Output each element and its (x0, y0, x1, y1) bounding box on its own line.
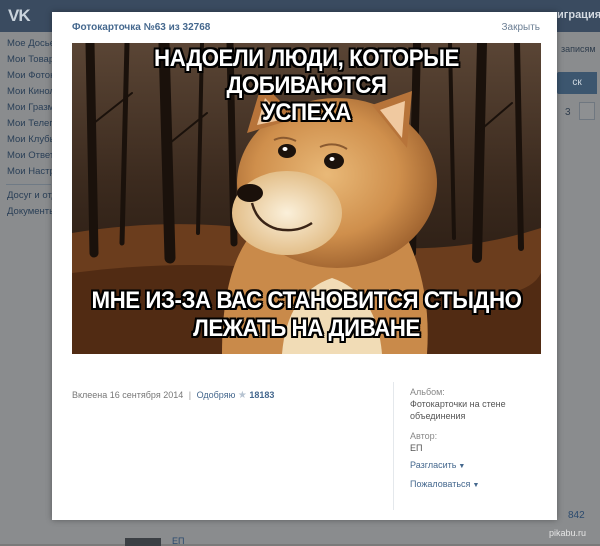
photo-sidebar: Альбом: Фотокарточки на стене объединени… (410, 386, 530, 492)
sidebar-divider (393, 382, 394, 510)
star-icon: ★ (237, 390, 247, 401)
separator: | (188, 390, 192, 400)
menu-item-leisure[interactable]: Досуг и отд (0, 188, 55, 204)
share-link[interactable]: Разгласить ▼ (410, 459, 530, 473)
menu-item-dossier[interactable]: Мое Досье (0, 36, 55, 52)
album-name-line-2[interactable]: объединения (410, 410, 530, 422)
meme-top-line: НАДОЕЛИ ЛЮДИ, КОТОРЫЕ ДОБИВАЮТСЯ (154, 45, 459, 99)
meme-top-line: УСПЕХА (261, 99, 352, 126)
watermark: pikabu.ru (549, 528, 587, 538)
avatar[interactable] (125, 538, 161, 546)
menu-item-telegrams[interactable]: Мои Телегр (0, 116, 55, 132)
photo-info-line: Вклеена 16 сентября 2014 | Одобряю ★ 181… (72, 390, 274, 401)
bottom-count[interactable]: 842 (568, 510, 585, 521)
album-label: Альбом: (410, 387, 445, 397)
top-bar-label[interactable]: играция (557, 9, 600, 21)
pager-box[interactable] (579, 102, 595, 120)
menu-item-goods[interactable]: Мои Товари (0, 52, 55, 68)
search-button[interactable]: ск (557, 72, 597, 94)
menu-item-photos[interactable]: Мои Фотока (0, 68, 55, 84)
pager-number[interactable]: 3 (565, 107, 571, 118)
menu-item-answers[interactable]: Мои Ответы (0, 148, 55, 164)
author-name[interactable]: ЕП (410, 442, 530, 454)
menu-divider (6, 184, 51, 185)
right-panel: записям ск 3 (557, 36, 600, 544)
close-button[interactable]: Закрыть (501, 22, 540, 33)
right-panel-text[interactable]: записям (561, 44, 596, 54)
report-link[interactable]: Пожаловаться ▼ (410, 478, 530, 492)
caret-down-icon: ▼ (472, 482, 480, 489)
meme-bottom-line: ЛЕЖАТЬ НА ДИВАНЕ (193, 315, 420, 342)
approve-link[interactable]: Одобряю (197, 390, 236, 400)
left-menu: Мое Досье Мои Товари Мои Фотока Мои Кино… (0, 36, 55, 220)
album-name-line-1[interactable]: Фотокарточки на стене (410, 398, 530, 410)
bottom-author-name[interactable]: ЕП (172, 536, 184, 546)
meme-bottom-caption: МНЕ ИЗ-ЗА ВАС СТАНОВИТСЯ СТЫДНО ЛЕЖАТЬ Н… (88, 287, 524, 343)
meme-top-caption: НАДОЕЛИ ЛЮДИ, КОТОРЫЕ ДОБИВАЮТСЯ УСПЕХА (88, 45, 524, 126)
share-label: Разгласить (410, 460, 457, 470)
caret-down-icon: ▼ (458, 463, 466, 470)
likes-count[interactable]: 18183 (249, 390, 274, 400)
author-label: Автор: (410, 431, 438, 441)
menu-item-records[interactable]: Мои Гразма (0, 100, 55, 116)
photo-counter-title: Фотокарточка №63 из 32768 (72, 22, 211, 33)
menu-item-documents[interactable]: Документы (0, 204, 55, 220)
pasted-date: Вклеена 16 сентября 2014 (72, 390, 184, 400)
report-label: Пожаловаться (410, 479, 471, 489)
menu-item-settings[interactable]: Мои Настро (0, 164, 55, 180)
menu-item-films[interactable]: Мои Киноле (0, 84, 55, 100)
vk-logo[interactable]: VK (8, 6, 38, 26)
menu-item-clubs[interactable]: Мои Клубы (0, 132, 55, 148)
photo-viewer-modal: Фотокарточка №63 из 32768 Закрыть НАДОЕЛ… (52, 12, 557, 520)
meme-bottom-line: МНЕ ИЗ-ЗА ВАС СТАНОВИТСЯ СТЫДНО (91, 287, 522, 314)
meme-photo[interactable]: НАДОЕЛИ ЛЮДИ, КОТОРЫЕ ДОБИВАЮТСЯ УСПЕХА … (72, 43, 541, 354)
